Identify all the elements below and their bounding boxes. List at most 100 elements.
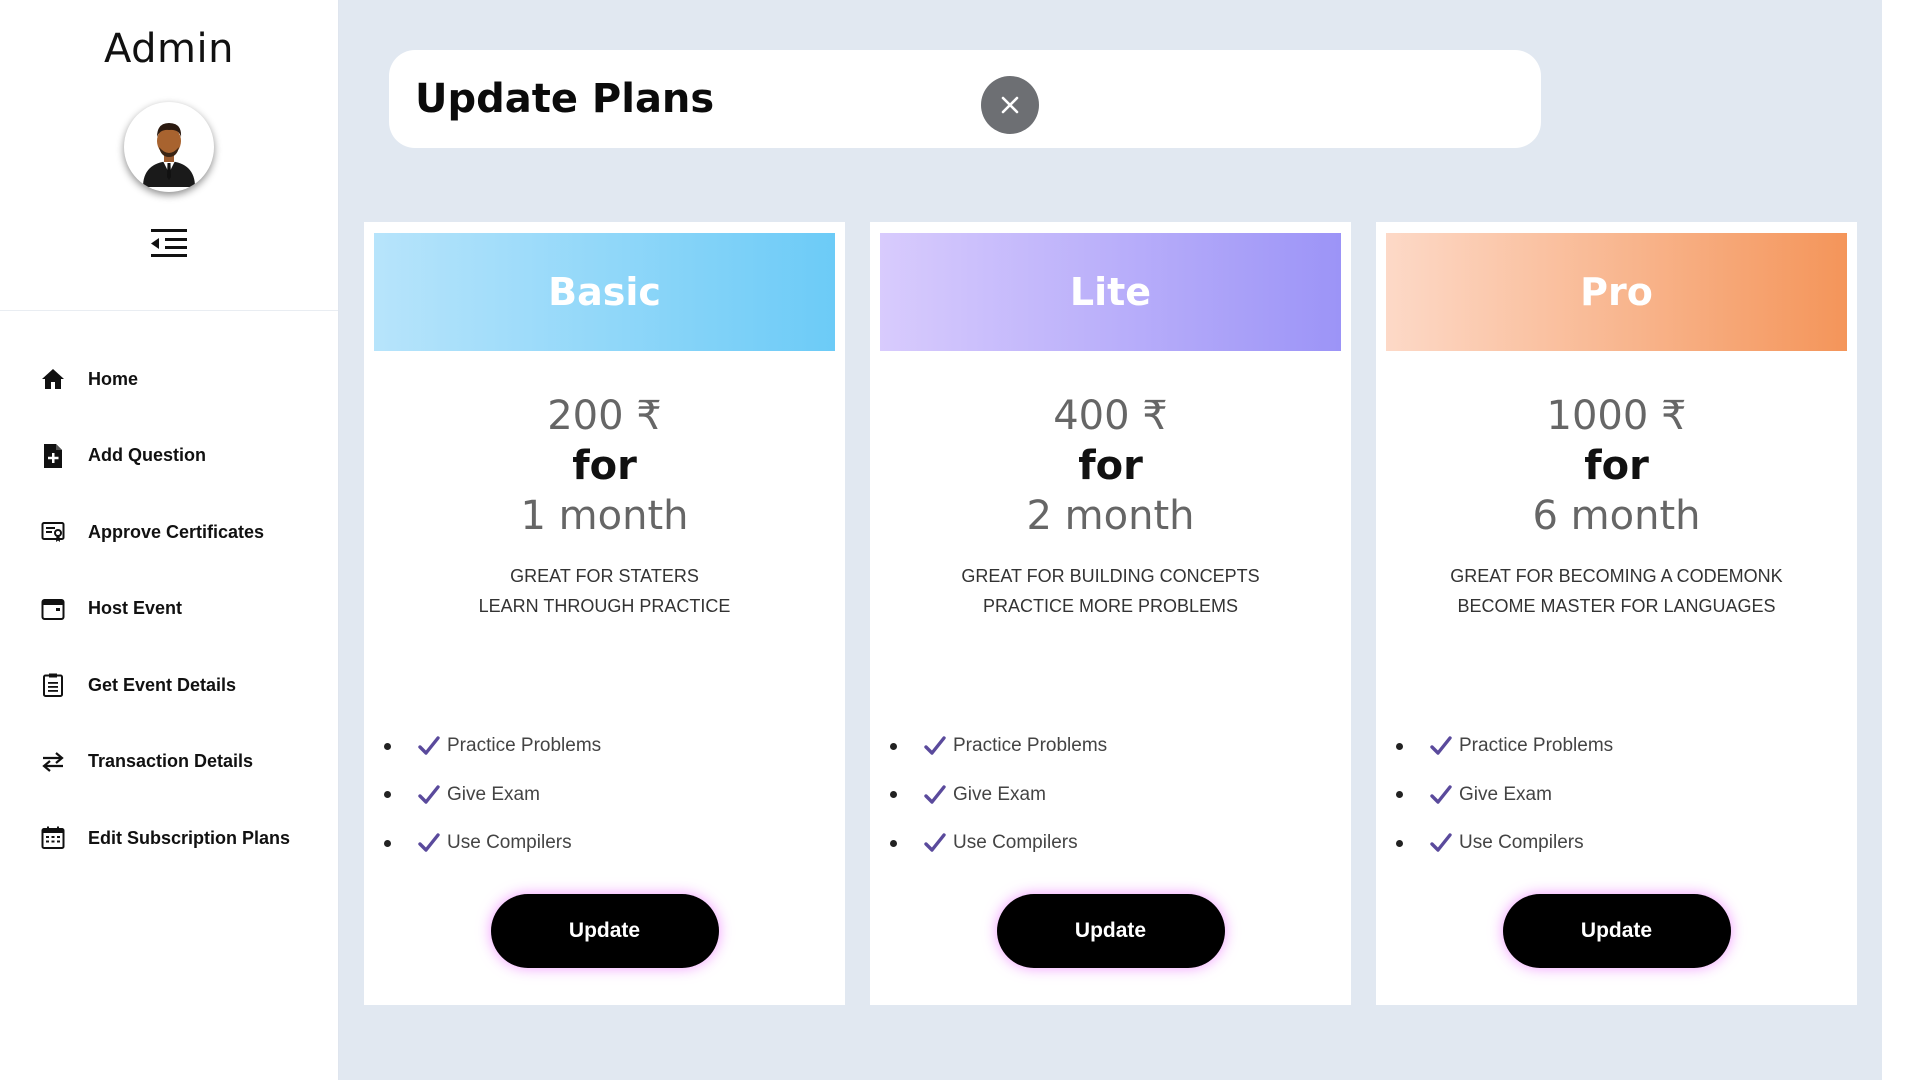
- check-icon: [1429, 734, 1453, 758]
- sidebar-item-host-event[interactable]: Host Event: [0, 571, 338, 648]
- update-lite-button[interactable]: Update: [996, 894, 1225, 968]
- plan-name: Lite: [1069, 270, 1152, 314]
- plan-description-line: GREAT FOR STATERS: [510, 566, 699, 586]
- bullet-icon: [1396, 791, 1403, 799]
- sidebar-item-get-event-details[interactable]: Get Event Details: [0, 647, 338, 724]
- feature-label: Use Compilers: [447, 832, 572, 854]
- sidebar-item-add-question[interactable]: Add Question: [0, 418, 338, 495]
- bullet-icon: [890, 791, 897, 799]
- sidebar-item-home[interactable]: Home: [0, 341, 338, 418]
- bullet-icon: [890, 742, 897, 750]
- close-button[interactable]: [981, 76, 1039, 134]
- update-pro-button[interactable]: Update: [1502, 894, 1731, 968]
- feature-item: Give Exam: [384, 771, 601, 820]
- plan-description-line: GREAT FOR BUILDING CONCEPTS: [961, 566, 1260, 586]
- plan-name: Basic: [548, 270, 661, 314]
- sidebar-item-label: Home: [88, 368, 139, 389]
- plan-description: GREAT FOR STATERS LEARN THROUGH PRACTICE: [374, 561, 835, 621]
- check-icon: [417, 831, 441, 855]
- feature-item: Give Exam: [1396, 771, 1613, 820]
- plan-for-label: for: [572, 443, 637, 489]
- check-icon: [417, 783, 441, 807]
- feature-label: Give Exam: [447, 783, 540, 805]
- plan-duration: 1 month: [520, 493, 689, 539]
- page-edge: [1882, 0, 1920, 1080]
- plan-header: Basic: [374, 233, 835, 351]
- sidebar-item-label: Approve Certificates: [88, 521, 265, 542]
- sidebar-header: Admin: [0, 0, 338, 311]
- feature-item: Give Exam: [890, 771, 1107, 820]
- feature-item: Use Compilers: [1396, 819, 1613, 868]
- plan-price: 200 ₹: [547, 393, 662, 439]
- feature-label: Practice Problems: [953, 735, 1108, 757]
- calendar-icon: [40, 596, 66, 622]
- plan-description-line: GREAT FOR BECOMING A CODEMONK: [1450, 566, 1783, 586]
- bullet-icon: [1396, 742, 1403, 750]
- feature-list: Practice Problems Give Exam Use Compiler…: [890, 722, 1107, 868]
- plan-for-label: for: [1584, 443, 1649, 489]
- feature-list: Practice Problems Give Exam Use Compiler…: [384, 722, 601, 868]
- plan-card-pro: Pro 1000 ₹ for 6 month GREAT FOR BECOMIN…: [1376, 222, 1857, 1005]
- menu-collapse-icon: [151, 229, 187, 257]
- plan-header: Lite: [880, 233, 1341, 351]
- sidebar: Admin Home Add Question Approve Certific…: [0, 0, 339, 1080]
- plan-description-line: BECOME MASTER FOR LANGUAGES: [1457, 596, 1776, 616]
- feature-item: Use Compilers: [384, 819, 601, 868]
- check-icon: [417, 734, 441, 758]
- feature-label: Practice Problems: [447, 735, 602, 757]
- plan-description-line: PRACTICE MORE PROBLEMS: [982, 596, 1239, 616]
- plan-header: Pro: [1386, 233, 1847, 351]
- sidebar-item-label: Get Event Details: [88, 674, 237, 695]
- bullet-icon: [890, 839, 897, 847]
- plan-duration: 2 month: [1026, 493, 1195, 539]
- home-icon: [40, 366, 66, 392]
- page-header-card: Update Plans: [389, 50, 1541, 148]
- plan-card-lite: Lite 400 ₹ for 2 month GREAT FOR BUILDIN…: [870, 222, 1351, 1005]
- plan-name: Pro: [1580, 270, 1653, 314]
- feature-item: Use Compilers: [890, 819, 1107, 868]
- calendar-grid-icon: [40, 825, 66, 851]
- certificate-icon: [40, 519, 66, 545]
- sidebar-item-label: Add Question: [88, 445, 206, 466]
- plan-price: 400 ₹: [1053, 393, 1168, 439]
- plan-description: GREAT FOR BUILDING CONCEPTS PRACTICE MOR…: [880, 561, 1341, 621]
- plan-price: 1000 ₹: [1546, 393, 1687, 439]
- close-icon: [1001, 96, 1019, 114]
- feature-label: Give Exam: [953, 783, 1046, 805]
- menu-toggle-button[interactable]: [149, 226, 189, 260]
- sidebar-item-transaction-details[interactable]: Transaction Details: [0, 724, 338, 801]
- avatar[interactable]: [124, 102, 214, 192]
- price-block: 1000 ₹ for 6 month: [1386, 391, 1847, 541]
- feature-item: Practice Problems: [1396, 722, 1613, 771]
- price-block: 200 ₹ for 1 month: [374, 391, 835, 541]
- feature-label: Use Compilers: [1459, 832, 1584, 854]
- update-basic-button[interactable]: Update: [490, 894, 719, 968]
- feature-label: Use Compilers: [953, 832, 1078, 854]
- price-block: 400 ₹ for 2 month: [880, 391, 1341, 541]
- bullet-icon: [384, 839, 391, 847]
- user-avatar-icon: [129, 107, 209, 187]
- bullet-icon: [1396, 839, 1403, 847]
- sidebar-nav: Home Add Question Approve Certificates H…: [0, 311, 338, 877]
- check-icon: [1429, 783, 1453, 807]
- plan-duration: 6 month: [1532, 493, 1701, 539]
- sidebar-item-edit-subscription-plans[interactable]: Edit Subscription Plans: [0, 800, 338, 877]
- bullet-icon: [384, 791, 391, 799]
- plan-description: GREAT FOR BECOMING A CODEMONK BECOME MAS…: [1386, 561, 1847, 621]
- sidebar-item-approve-certificates[interactable]: Approve Certificates: [0, 494, 338, 571]
- sidebar-item-label: Edit Subscription Plans: [88, 827, 291, 848]
- sidebar-item-label: Transaction Details: [88, 751, 254, 772]
- sidebar-title: Admin: [104, 26, 234, 72]
- transfer-icon: [40, 749, 66, 775]
- feature-item: Practice Problems: [384, 722, 601, 771]
- plans-container: Basic 200 ₹ for 1 month GREAT FOR STATER…: [364, 222, 1857, 1005]
- check-icon: [1429, 831, 1453, 855]
- page-title: Update Plans: [415, 76, 715, 122]
- check-icon: [923, 783, 947, 807]
- add-file-icon: [40, 443, 66, 469]
- plan-for-label: for: [1078, 443, 1143, 489]
- sidebar-item-label: Host Event: [88, 598, 183, 619]
- feature-label: Practice Problems: [1459, 735, 1614, 757]
- check-icon: [923, 734, 947, 758]
- clipboard-list-icon: [40, 672, 66, 698]
